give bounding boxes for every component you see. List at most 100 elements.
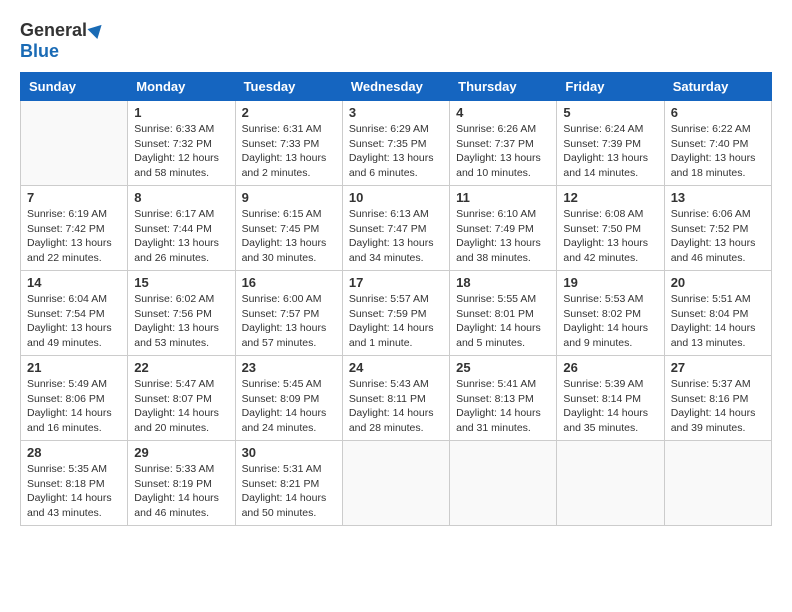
calendar-cell: 13Sunrise: 6:06 AM Sunset: 7:52 PM Dayli… (664, 186, 771, 271)
day-info: Sunrise: 6:17 AM Sunset: 7:44 PM Dayligh… (134, 207, 228, 266)
calendar-cell: 3 Sunrise: 6:29 AM Sunset: 7:35 PM Daylig… (342, 101, 449, 186)
day-info: Sunrise: 5:53 AM Sunset: 8:02 PM Dayligh… (563, 292, 657, 351)
page-header: General Blue (20, 20, 772, 62)
day-number: 26 (563, 360, 657, 375)
day-info: Sunrise: 6:26 AM Sunset: 7:37 PM Dayligh… (456, 122, 550, 181)
day-number: 19 (563, 275, 657, 290)
calendar-cell: 15 Sunrise: 6:02 AM Sunset: 7:56 PM Dayli… (128, 271, 235, 356)
day-info: Sunrise: 5:31 AM Sunset: 8:21 PM Dayligh… (242, 462, 336, 521)
logo: General Blue (20, 20, 104, 62)
day-number: 22 (134, 360, 228, 375)
day-number: 6 (671, 105, 765, 120)
calendar-cell: 5Sunrise: 6:24 AM Sunset: 7:39 PM Daylig… (557, 101, 664, 186)
calendar-cell: 28 Sunrise: 5:35 AM Sunset: 8:18 PM Dayli… (21, 441, 128, 526)
calendar-cell: 11 Sunrise: 6:10 AM Sunset: 7:49 PM Dayli… (450, 186, 557, 271)
day-number: 21 (27, 360, 121, 375)
day-info: Sunrise: 5:57 AM Sunset: 7:59 PM Dayligh… (349, 292, 443, 351)
day-info: Sunrise: 6:08 AM Sunset: 7:50 PM Dayligh… (563, 207, 657, 266)
day-number: 11 (456, 190, 550, 205)
day-number: 27 (671, 360, 765, 375)
calendar-cell (450, 441, 557, 526)
day-number: 3 (349, 105, 443, 120)
logo-blue-text: Blue (20, 41, 59, 61)
day-number: 10 (349, 190, 443, 205)
day-number: 5 (563, 105, 657, 120)
day-of-week-header: Sunday (21, 73, 128, 101)
day-info: Sunrise: 6:31 AM Sunset: 7:33 PM Dayligh… (242, 122, 336, 181)
calendar-week-row: 1 Sunrise: 6:33 AM Sunset: 7:32 PM Daylig… (21, 101, 772, 186)
calendar-cell: 6 Sunrise: 6:22 AM Sunset: 7:40 PM Daylig… (664, 101, 771, 186)
day-info: Sunrise: 5:47 AM Sunset: 8:07 PM Dayligh… (134, 377, 228, 436)
calendar-cell: 27 Sunrise: 5:37 AM Sunset: 8:16 PM Dayli… (664, 356, 771, 441)
calendar-cell (342, 441, 449, 526)
day-of-week-header: Saturday (664, 73, 771, 101)
day-number: 20 (671, 275, 765, 290)
day-info: Sunrise: 5:37 AM Sunset: 8:16 PM Dayligh… (671, 377, 765, 436)
calendar-week-row: 21 Sunrise: 5:49 AM Sunset: 8:06 PM Dayli… (21, 356, 772, 441)
logo-general-text: General (20, 20, 87, 41)
day-number: 14 (27, 275, 121, 290)
day-info: Sunrise: 6:15 AM Sunset: 7:45 PM Dayligh… (242, 207, 336, 266)
day-number: 24 (349, 360, 443, 375)
day-of-week-header: Tuesday (235, 73, 342, 101)
calendar-cell: 24 Sunrise: 5:43 AM Sunset: 8:11 PM Dayli… (342, 356, 449, 441)
day-number: 2 (242, 105, 336, 120)
calendar-cell: 2 Sunrise: 6:31 AM Sunset: 7:33 PM Daylig… (235, 101, 342, 186)
day-info: Sunrise: 5:41 AM Sunset: 8:13 PM Dayligh… (456, 377, 550, 436)
calendar-cell: 20 Sunrise: 5:51 AM Sunset: 8:04 PM Dayli… (664, 271, 771, 356)
day-number: 7 (27, 190, 121, 205)
logo-triangle-icon (88, 20, 107, 39)
calendar-cell: 16 Sunrise: 6:00 AM Sunset: 7:57 PM Dayli… (235, 271, 342, 356)
calendar-cell: 17 Sunrise: 5:57 AM Sunset: 7:59 PM Dayli… (342, 271, 449, 356)
calendar-cell (557, 441, 664, 526)
calendar-cell (21, 101, 128, 186)
day-info: Sunrise: 5:43 AM Sunset: 8:11 PM Dayligh… (349, 377, 443, 436)
day-info: Sunrise: 6:06 AM Sunset: 7:52 PM Dayligh… (671, 207, 765, 266)
calendar-cell: 14 Sunrise: 6:04 AM Sunset: 7:54 PM Dayli… (21, 271, 128, 356)
calendar-cell: 7 Sunrise: 6:19 AM Sunset: 7:42 PM Daylig… (21, 186, 128, 271)
calendar-cell: 21 Sunrise: 5:49 AM Sunset: 8:06 PM Dayli… (21, 356, 128, 441)
calendar-cell: 9 Sunrise: 6:15 AM Sunset: 7:45 PM Daylig… (235, 186, 342, 271)
day-info: Sunrise: 6:33 AM Sunset: 7:32 PM Dayligh… (134, 122, 228, 181)
day-number: 15 (134, 275, 228, 290)
day-number: 1 (134, 105, 228, 120)
day-info: Sunrise: 6:22 AM Sunset: 7:40 PM Dayligh… (671, 122, 765, 181)
day-info: Sunrise: 5:49 AM Sunset: 8:06 PM Dayligh… (27, 377, 121, 436)
day-info: Sunrise: 5:51 AM Sunset: 8:04 PM Dayligh… (671, 292, 765, 351)
calendar-cell: 1 Sunrise: 6:33 AM Sunset: 7:32 PM Daylig… (128, 101, 235, 186)
day-info: Sunrise: 5:55 AM Sunset: 8:01 PM Dayligh… (456, 292, 550, 351)
day-number: 29 (134, 445, 228, 460)
calendar-cell: 12 Sunrise: 6:08 AM Sunset: 7:50 PM Dayli… (557, 186, 664, 271)
day-number: 30 (242, 445, 336, 460)
calendar-cell: 8 Sunrise: 6:17 AM Sunset: 7:44 PM Daylig… (128, 186, 235, 271)
day-info: Sunrise: 6:04 AM Sunset: 7:54 PM Dayligh… (27, 292, 121, 351)
day-info: Sunrise: 6:13 AM Sunset: 7:47 PM Dayligh… (349, 207, 443, 266)
calendar-header-row: SundayMondayTuesdayWednesdayThursdayFrid… (21, 73, 772, 101)
day-info: Sunrise: 5:33 AM Sunset: 8:19 PM Dayligh… (134, 462, 228, 521)
day-info: Sunrise: 5:35 AM Sunset: 8:18 PM Dayligh… (27, 462, 121, 521)
day-info: Sunrise: 6:10 AM Sunset: 7:49 PM Dayligh… (456, 207, 550, 266)
calendar-cell: 10 Sunrise: 6:13 AM Sunset: 7:47 PM Dayli… (342, 186, 449, 271)
day-info: Sunrise: 6:19 AM Sunset: 7:42 PM Dayligh… (27, 207, 121, 266)
day-info: Sunrise: 6:02 AM Sunset: 7:56 PM Dayligh… (134, 292, 228, 351)
day-number: 16 (242, 275, 336, 290)
day-info: Sunrise: 6:00 AM Sunset: 7:57 PM Dayligh… (242, 292, 336, 351)
day-number: 9 (242, 190, 336, 205)
day-number: 17 (349, 275, 443, 290)
day-of-week-header: Friday (557, 73, 664, 101)
day-number: 28 (27, 445, 121, 460)
day-info: Sunrise: 6:29 AM Sunset: 7:35 PM Dayligh… (349, 122, 443, 181)
calendar-week-row: 7 Sunrise: 6:19 AM Sunset: 7:42 PM Daylig… (21, 186, 772, 271)
calendar-cell: 25Sunrise: 5:41 AM Sunset: 8:13 PM Dayli… (450, 356, 557, 441)
calendar-week-row: 28 Sunrise: 5:35 AM Sunset: 8:18 PM Dayli… (21, 441, 772, 526)
day-number: 12 (563, 190, 657, 205)
day-of-week-header: Monday (128, 73, 235, 101)
day-number: 4 (456, 105, 550, 120)
day-of-week-header: Wednesday (342, 73, 449, 101)
day-info: Sunrise: 5:39 AM Sunset: 8:14 PM Dayligh… (563, 377, 657, 436)
day-of-week-header: Thursday (450, 73, 557, 101)
day-number: 8 (134, 190, 228, 205)
day-number: 18 (456, 275, 550, 290)
calendar-cell: 29 Sunrise: 5:33 AM Sunset: 8:19 PM Dayli… (128, 441, 235, 526)
calendar-table: SundayMondayTuesdayWednesdayThursdayFrid… (20, 72, 772, 526)
